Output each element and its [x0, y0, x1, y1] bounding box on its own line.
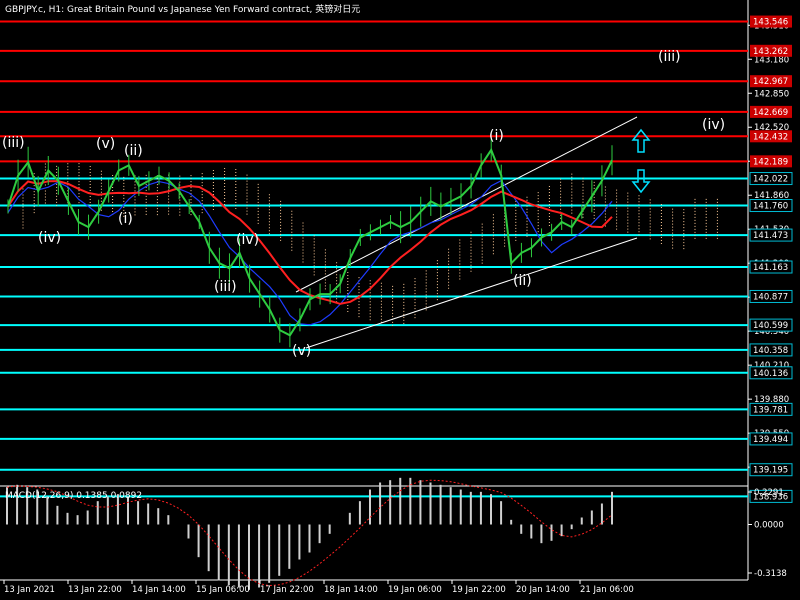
price-levels: [0, 20, 748, 498]
time-tick-label: 13 Jan 22:00: [68, 585, 122, 595]
price-tick-label: 142.850: [754, 89, 789, 99]
wave-label: (i): [118, 211, 133, 227]
support-price-label: 139.195: [753, 466, 788, 476]
resistance-price-label: 142.967: [753, 77, 788, 87]
wave-label: (iii): [2, 135, 25, 151]
down-arrow-icon: [631, 169, 651, 194]
support-price-label: 141.163: [753, 263, 788, 273]
time-tick-label: 20 Jan 14:00: [516, 585, 570, 595]
chart-canvas[interactable]: (iii) (v) (ii) (i) (iv) (iv) (iii) (v) (i) (ii) (i…: [0, 0, 800, 600]
wave-label: (v): [96, 136, 115, 152]
time-tick-label: 14 Jan 14:00: [132, 585, 186, 595]
support-price-label: 140.599: [753, 321, 788, 331]
wave-label: (v): [292, 343, 311, 359]
wave-label: (i): [489, 128, 504, 144]
support-price-label: 142.022: [753, 175, 788, 185]
wave-label: (ii): [124, 143, 143, 159]
wave-labels: (iii) (v) (ii) (i) (iv) (iv) (iii) (v) (i) (ii) (i…: [2, 49, 725, 359]
macd-title: MACD(12,26,9) 0.1385 0.0892: [5, 491, 142, 501]
time-tick-label: 13 Jan 2021: [4, 585, 55, 595]
support-price-label: 140.136: [753, 369, 788, 379]
support-price-label: 139.781: [753, 405, 788, 415]
time-axis: 13 Jan 2021 13 Jan 22:00 14 Jan 14:00 15 Ja…: [3, 580, 634, 595]
wave-label: (iv): [38, 230, 61, 246]
ichimoku-cloud: [22, 163, 718, 326]
macd-tick-label: 0.0000: [754, 521, 784, 531]
time-tick-label: 19 Jan 22:00: [452, 585, 506, 595]
up-arrow-icon: [631, 128, 651, 153]
time-tick-label: 15 Jan 06:00: [196, 585, 250, 595]
resistance-price-label: 143.262: [753, 47, 788, 57]
wave-label: (ii): [513, 273, 532, 289]
macd-tick-label: -0.3138: [754, 569, 787, 579]
wave-label: (iii): [214, 279, 237, 295]
trend-channel: [295, 116, 638, 349]
support-price-label: 140.877: [753, 292, 788, 302]
time-tick-label: 18 Jan 14:00: [324, 585, 378, 595]
wave-label: (iv): [702, 117, 725, 133]
support-price-label: 140.358: [753, 346, 788, 356]
resistance-price-label: 143.546: [753, 18, 788, 28]
chart-window[interactable]: (iii) (v) (ii) (i) (iv) (iv) (iii) (v) (i) (ii) (i…: [0, 0, 800, 600]
time-tick-label: 21 Jan 06:00: [580, 585, 634, 595]
support-price-label: 139.494: [753, 435, 788, 445]
channel-lower-line: [305, 237, 638, 349]
time-tick-label: 19 Jan 06:00: [388, 585, 442, 595]
resistance-price-label: 142.432: [753, 132, 788, 142]
support-price-label: 141.760: [753, 202, 788, 212]
price-axis: 143.510143.180142.850142.520142.190141.8…: [748, 15, 793, 503]
wave-label: (iii): [658, 49, 681, 65]
time-tick-label: 17 Jan 22:00: [260, 585, 314, 595]
wave-label: (iv): [236, 232, 259, 248]
macd-tick-label: 0.2291: [754, 488, 784, 498]
resistance-price-label: 142.669: [753, 108, 788, 118]
resistance-price-label: 142.189: [753, 157, 788, 167]
price-series: [7, 138, 613, 348]
support-price-label: 141.473: [753, 231, 788, 241]
chart-title: GBPJPY.c, H1: Great Britain Pound vs Jap…: [5, 3, 360, 15]
